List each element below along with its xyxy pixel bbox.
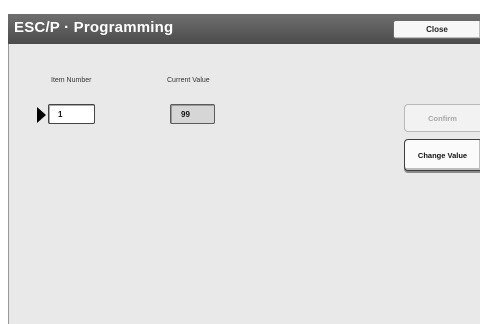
change-value-button[interactable]: Change Value bbox=[404, 139, 480, 171]
item-number-label: Item Number bbox=[51, 77, 92, 84]
item-number-field[interactable]: 1 bbox=[48, 104, 95, 124]
close-button[interactable]: Close bbox=[393, 20, 480, 39]
page-title: ESC/P · Programming bbox=[14, 19, 174, 36]
arrow-right-icon bbox=[37, 107, 46, 123]
current-value-label: Current Value bbox=[167, 77, 210, 84]
confirm-button[interactable]: Confirm bbox=[404, 104, 480, 132]
current-value-field: 99 bbox=[170, 104, 215, 124]
